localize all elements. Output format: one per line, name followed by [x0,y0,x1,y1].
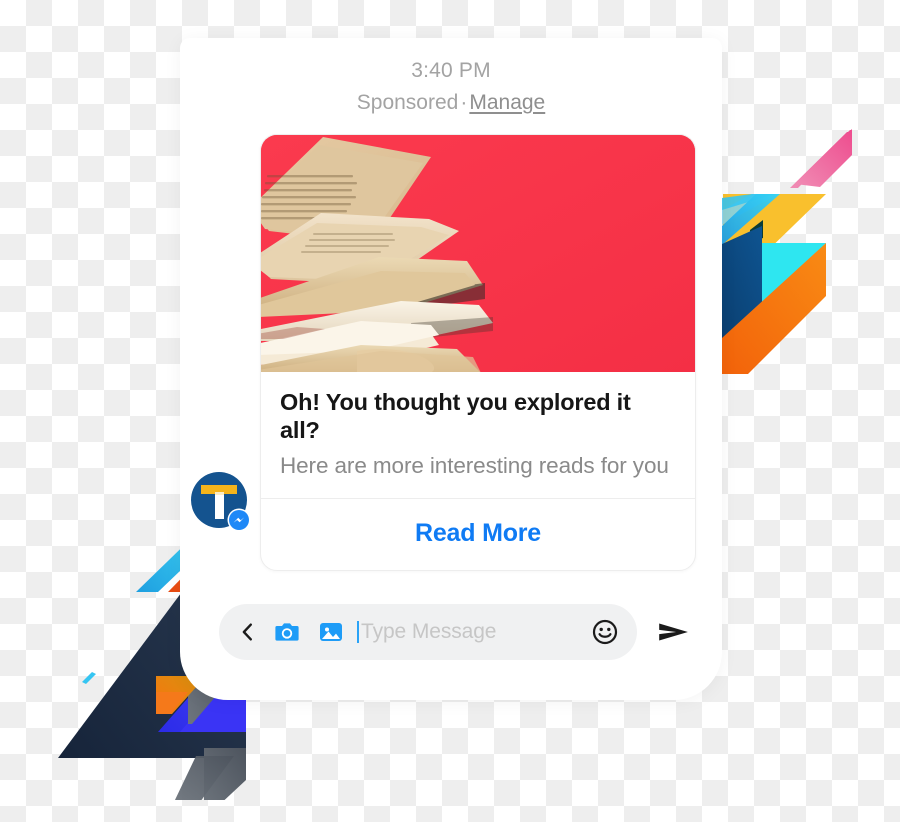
meta-separator: · [460,90,468,114]
message-composer: Type Message [219,604,693,660]
read-more-button[interactable]: Read More [261,497,695,570]
chevron-left-icon[interactable] [237,621,259,643]
screenshot-canvas: 3:40 PM Sponsored·Manage Oh! You thought… [0,0,900,822]
logo-stem [215,492,224,519]
navy-triangle-shape [722,226,762,338]
camera-icon[interactable] [273,618,301,646]
orange-band-shape [722,243,826,374]
yellow-triangle-shape [723,194,826,258]
sky-blue-stripe-shape [722,194,778,225]
message-input-placeholder: Type Message [361,620,497,643]
message-timestamp: 3:40 PM [411,59,491,82]
sponsored-row: Sponsored·Manage [180,89,722,118]
sponsored-ad-card[interactable]: Oh! You thought you explored it all? Her… [260,134,696,571]
books-illustration [261,135,695,372]
text-caret [357,621,359,643]
cyan-triangle-shape [762,243,826,306]
gray-stripe-shape [204,748,246,800]
sponsored-label: Sponsored [356,90,459,114]
card-image [261,135,695,372]
manage-link[interactable]: Manage [469,91,545,114]
cyan-dash-shape [82,672,96,684]
card-title: Oh! You thought you explored it all? [280,389,631,444]
decoration-right [700,110,900,410]
avatar[interactable] [191,472,251,532]
card-text: Oh! You thought you explored it all? Her… [261,372,695,498]
send-icon[interactable] [653,617,693,647]
composer-pill[interactable]: Type Message [219,604,637,660]
message-meta: 3:40 PM Sponsored·Manage [180,38,722,117]
smiley-icon[interactable] [591,618,619,646]
image-icon[interactable] [317,618,345,646]
message-input-wrap[interactable]: Type Message [357,620,591,644]
pink-stripe-shape [790,132,852,188]
messenger-panel: 3:40 PM Sponsored·Manage Oh! You thought… [180,38,722,700]
card-subtitle: Here are more interesting reads for you [280,453,669,479]
